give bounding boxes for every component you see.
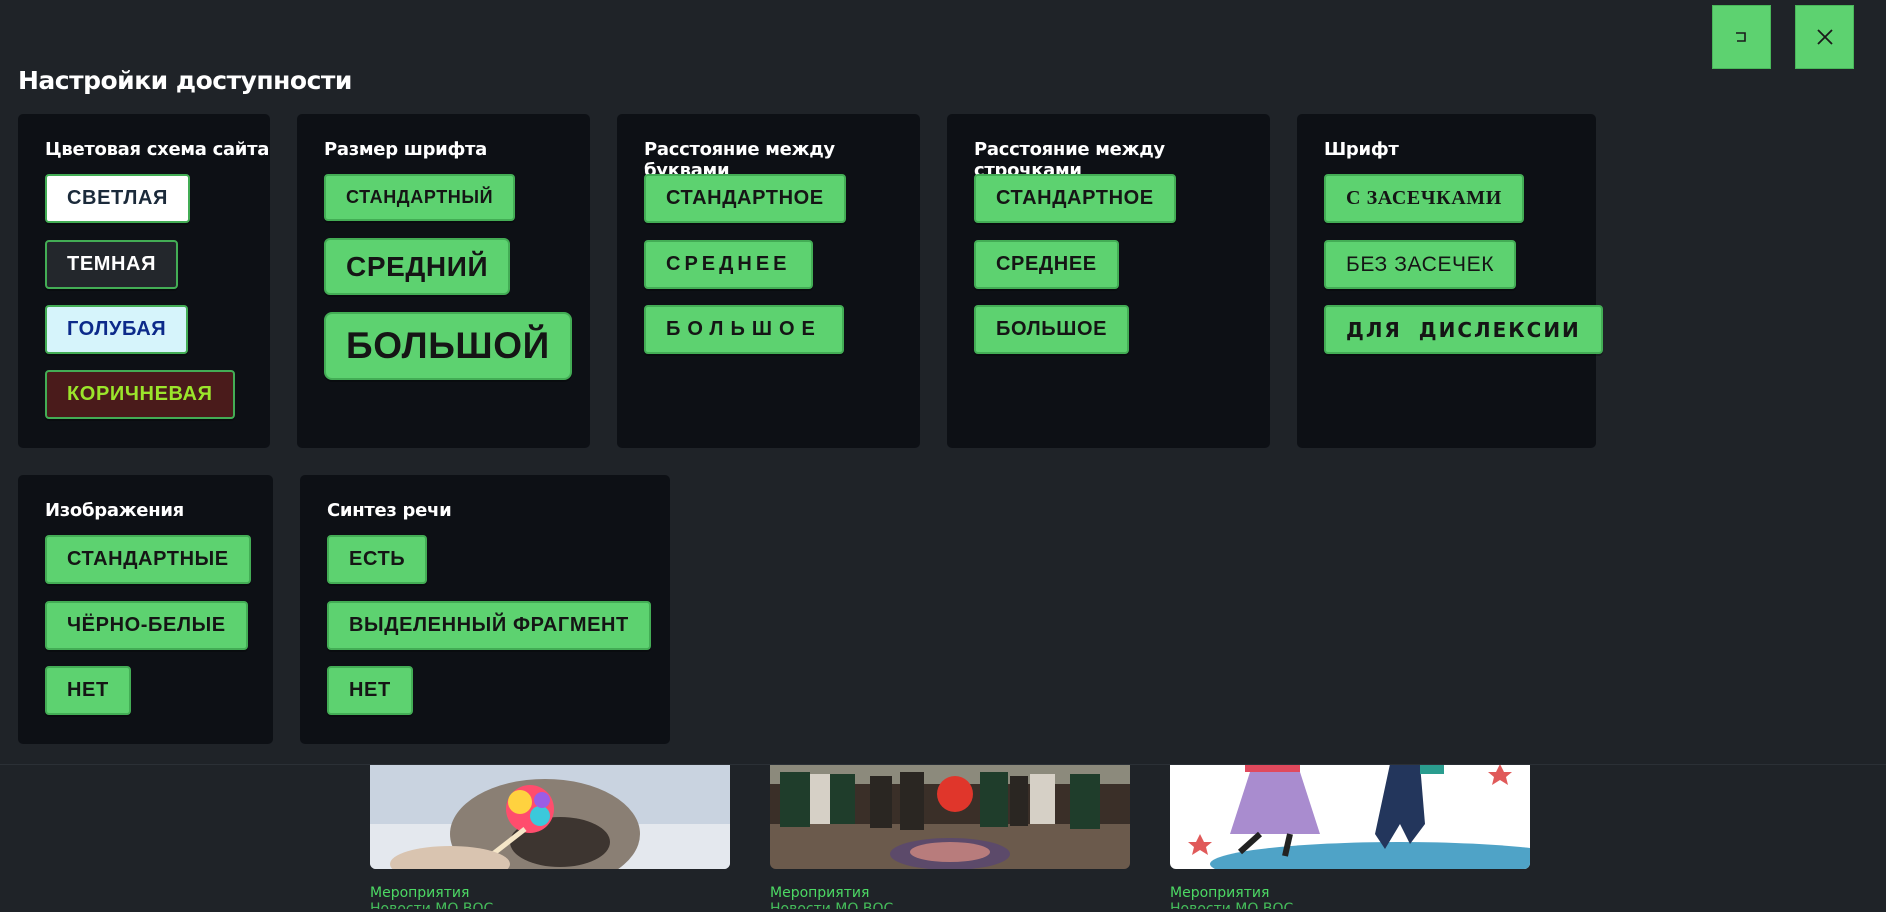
panel-title: Настройки доступности bbox=[18, 66, 352, 95]
font-size-large-button[interactable]: БОЛЬШОЙ bbox=[324, 312, 572, 380]
scheme-brown-button[interactable]: КОРИЧНЕВАЯ bbox=[45, 370, 235, 419]
close-icon bbox=[1816, 29, 1833, 45]
news-card-category[interactable]: Мероприятия bbox=[770, 885, 1130, 901]
collapse-icon bbox=[1735, 32, 1746, 42]
section-title: Изображения bbox=[45, 500, 184, 521]
images-standard-button[interactable]: СТАНДАРТНЫЕ bbox=[45, 535, 251, 584]
line-spacing-medium-button[interactable]: СРЕДНЕЕ bbox=[974, 240, 1119, 289]
news-card[interactable]: Мероприятия Новости МО ВОС bbox=[770, 764, 1130, 909]
section-title: Размер шрифта bbox=[324, 139, 488, 160]
images-none-button[interactable]: НЕТ bbox=[45, 666, 131, 715]
section-title: Шрифт bbox=[1324, 139, 1399, 160]
dancers-illustration bbox=[1170, 764, 1530, 869]
section-font: Шрифт С ЗАСЕЧКАМИ БЕЗ ЗАСЕЧЕК ДЛЯ ДИСЛЕК… bbox=[1297, 114, 1603, 448]
news-card-image[interactable] bbox=[1170, 764, 1530, 869]
news-card[interactable]: Мероприятия Новости МО ВОС bbox=[1170, 764, 1530, 909]
letter-spacing-medium-button[interactable]: СРЕДНЕЕ bbox=[644, 240, 813, 289]
font-size-standard-button[interactable]: СТАНДАРТНЫЙ bbox=[324, 174, 516, 221]
section-letter-spacing: Расстояние между буквами СТАНДАРТНОЕ СРЕ… bbox=[617, 114, 920, 448]
scheme-light-button[interactable]: СВЕТЛАЯ bbox=[45, 174, 190, 223]
section-color-scheme: Цветовая схема сайта СВЕТЛАЯ ТЕМНАЯ ГОЛУ… bbox=[18, 114, 270, 448]
section-line-spacing: Расстояние между строчками СТАНДАРТНОЕ С… bbox=[947, 114, 1270, 448]
font-dyslexia-button[interactable]: ДЛЯ ДИСЛЕКСИИ bbox=[1324, 305, 1603, 354]
news-card-category[interactable]: Мероприятия bbox=[1170, 885, 1530, 901]
news-card-title[interactable]: Новости МО ВОС bbox=[1170, 901, 1530, 909]
group-photo-image bbox=[770, 764, 1130, 869]
section-images: Изображения СТАНДАРТНЫЕ ЧЁРНО-БЕЛЫЕ НЕТ bbox=[18, 475, 273, 744]
speech-off-button[interactable]: НЕТ bbox=[327, 666, 413, 715]
letter-spacing-standard-button[interactable]: СТАНДАРТНОЕ bbox=[644, 174, 846, 223]
font-serif-button[interactable]: С ЗАСЕЧКАМИ bbox=[1324, 174, 1524, 223]
section-title: Синтез речи bbox=[327, 500, 452, 521]
news-card-title[interactable]: Новости МО ВОС bbox=[770, 901, 1130, 909]
speech-selection-button[interactable]: ВЫДЕЛЕННЫЙ ФРАГМЕНТ bbox=[327, 601, 651, 650]
scheme-blue-button[interactable]: ГОЛУБАЯ bbox=[45, 305, 189, 354]
images-grayscale-button[interactable]: ЧЁРНО-БЕЛЫЕ bbox=[45, 601, 248, 650]
font-sans-button[interactable]: БЕЗ ЗАСЕЧЕК bbox=[1324, 240, 1517, 289]
reindeer-image bbox=[370, 764, 730, 869]
close-button[interactable] bbox=[1795, 5, 1854, 69]
news-card[interactable]: Мероприятия Новости МО ВОС bbox=[370, 764, 730, 909]
accessibility-panel: Настройки доступности Цветовая схема сай… bbox=[0, 0, 1886, 765]
line-spacing-large-button[interactable]: БОЛЬШОЕ bbox=[974, 305, 1130, 354]
news-card-image[interactable] bbox=[770, 764, 1130, 869]
section-font-size: Размер шрифта СТАНДАРТНЫЙ СРЕДНИЙ БОЛЬШО… bbox=[297, 114, 590, 448]
section-title: Цветовая схема сайта bbox=[45, 139, 270, 160]
news-card-title[interactable]: Новости МО ВОС bbox=[370, 901, 730, 909]
news-card-image[interactable] bbox=[370, 764, 730, 869]
letter-spacing-large-button[interactable]: БОЛЬШОЕ bbox=[644, 305, 844, 354]
line-spacing-standard-button[interactable]: СТАНДАРТНОЕ bbox=[974, 174, 1176, 223]
font-size-medium-button[interactable]: СРЕДНИЙ bbox=[324, 238, 511, 295]
collapse-button[interactable] bbox=[1712, 5, 1771, 69]
news-card-category[interactable]: Мероприятия bbox=[370, 885, 730, 901]
section-speech-synthesis: Синтез речи ЕСТЬ ВЫДЕЛЕННЫЙ ФРАГМЕНТ НЕТ bbox=[300, 475, 670, 744]
scheme-dark-button[interactable]: ТЕМНАЯ bbox=[45, 240, 179, 289]
speech-on-button[interactable]: ЕСТЬ bbox=[327, 535, 428, 584]
